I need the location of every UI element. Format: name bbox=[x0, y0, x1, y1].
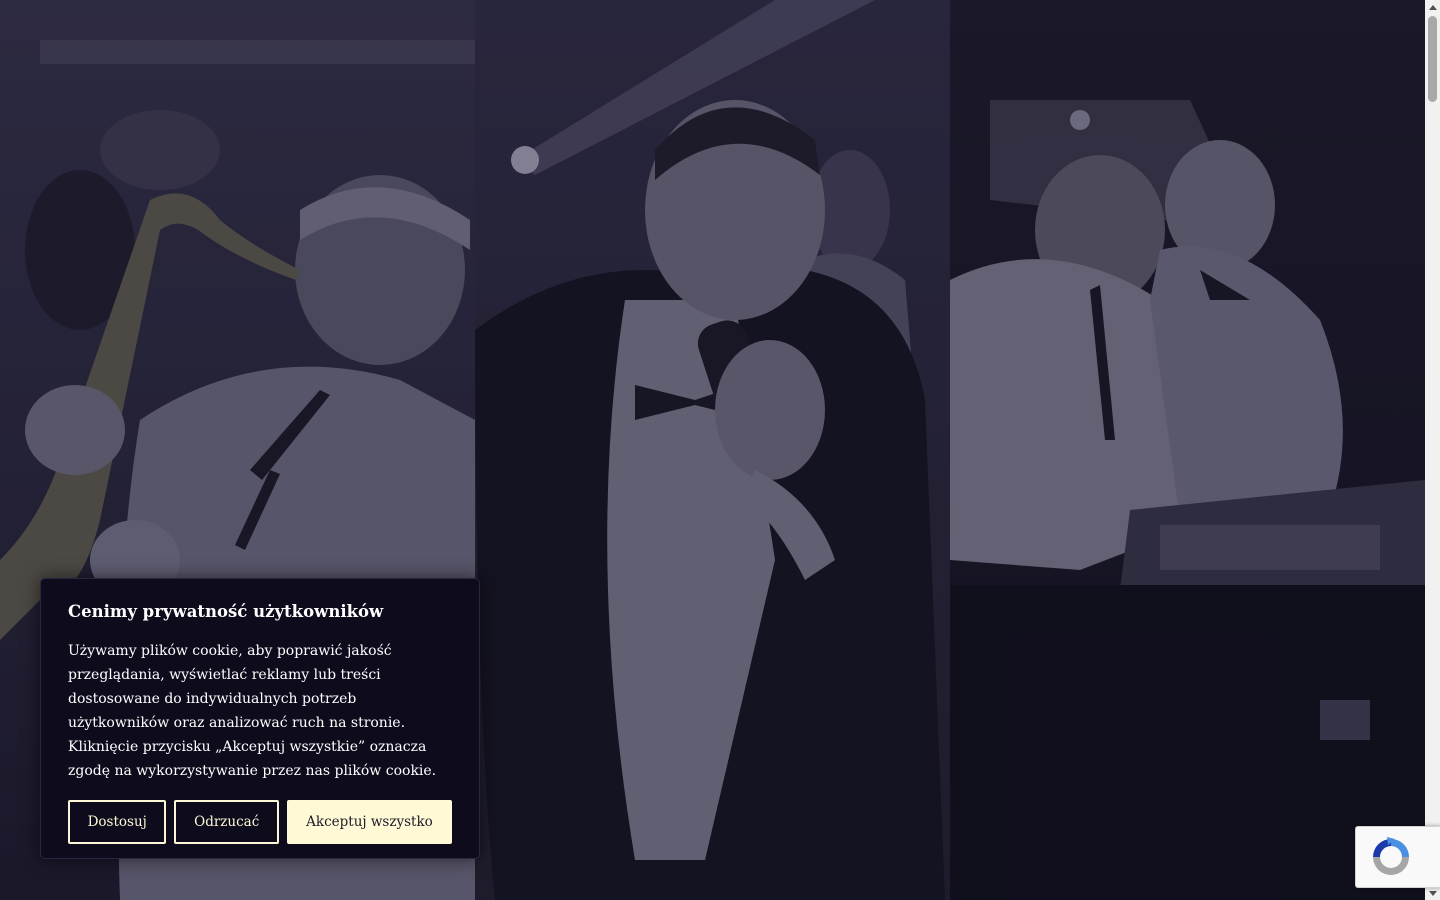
recaptcha-badge[interactable] bbox=[1355, 826, 1440, 888]
photo-singer bbox=[475, 0, 950, 900]
page-scrollbar[interactable] bbox=[1425, 0, 1440, 900]
cookie-button-row: Dostosuj Odrzucać Akceptuj wszystko bbox=[68, 800, 452, 844]
scroll-up-icon[interactable] bbox=[1425, 0, 1440, 14]
customize-button[interactable]: Dostosuj bbox=[68, 800, 167, 844]
cookie-banner-title: Cenimy prywatność użytkowników bbox=[68, 602, 384, 621]
recaptcha-icon bbox=[1373, 837, 1409, 875]
reject-button[interactable]: Odrzucać bbox=[174, 800, 279, 844]
scroll-down-icon[interactable] bbox=[1425, 886, 1440, 900]
cookie-consent-banner: Cenimy prywatność użytkowników Używamy p… bbox=[40, 578, 480, 859]
scroll-thumb[interactable] bbox=[1428, 16, 1437, 102]
photo-dj bbox=[950, 0, 1425, 900]
page: Cenimy prywatność użytkowników Używamy p… bbox=[0, 0, 1440, 900]
cookie-banner-text: Używamy plików cookie, aby poprawić jako… bbox=[68, 643, 437, 779]
accept-all-button[interactable]: Akceptuj wszystko bbox=[286, 800, 452, 844]
